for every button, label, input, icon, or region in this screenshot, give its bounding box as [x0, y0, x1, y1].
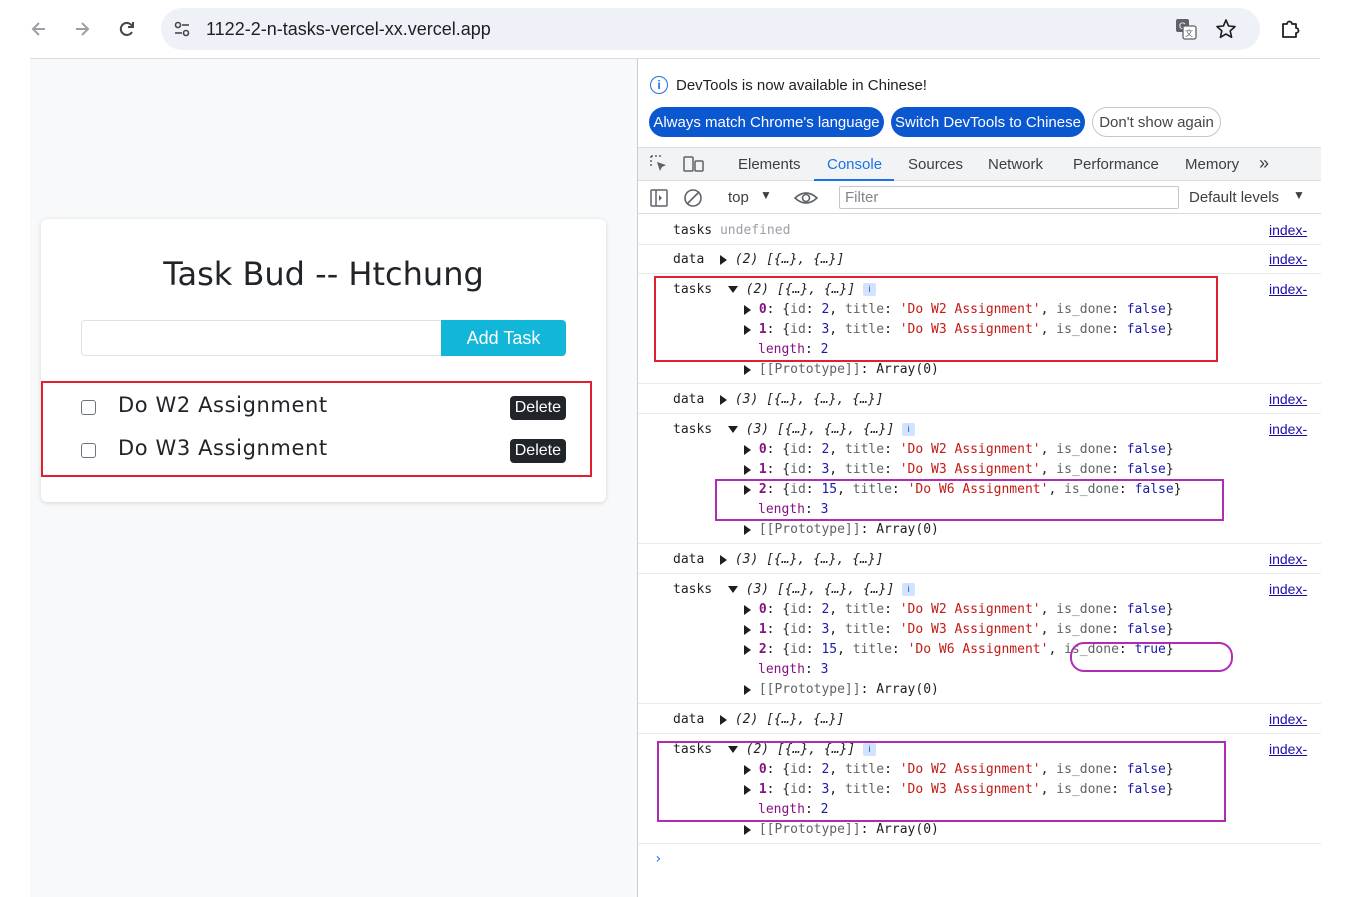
- clear-console-icon[interactable]: [683, 188, 703, 212]
- app-title: Task Bud -- Htchung: [163, 255, 484, 293]
- info-badge-icon: i: [902, 423, 916, 436]
- array-entry[interactable]: 0: {id: 2, title: 'Do W2 Assignment', is…: [744, 441, 1174, 459]
- console-log-tasks-undefined: tasks undefined: [673, 223, 791, 238]
- annotation-purple-box-new-task: [715, 479, 1224, 521]
- switch-chinese-button[interactable]: Switch DevTools to Chinese: [891, 107, 1085, 137]
- message-divider: [638, 413, 1321, 414]
- console-log-tasks[interactable]: tasks (3) [{…}, {…}, {…}] i: [673, 581, 916, 599]
- tab-network[interactable]: Network: [988, 156, 1043, 173]
- tab-console[interactable]: Console: [827, 156, 882, 173]
- annotation-purple-oval-done-true: [1070, 642, 1233, 672]
- expand-triangle-icon: [719, 254, 727, 265]
- device-toolbar-icon[interactable]: [683, 154, 705, 178]
- filter-input[interactable]: Filter: [839, 186, 1179, 209]
- levels-dropdown-icon[interactable]: ▼: [1293, 188, 1305, 202]
- reload-icon[interactable]: [112, 14, 142, 44]
- array-prototype[interactable]: [[Prototype]]: Array(0): [744, 361, 939, 379]
- tab-elements[interactable]: Elements: [738, 156, 801, 173]
- array-prototype[interactable]: [[Prototype]]: Array(0): [744, 521, 939, 539]
- console-log-data[interactable]: data (3) [{…}, {…}, {…}]: [673, 551, 884, 569]
- source-link[interactable]: index-: [1269, 551, 1321, 567]
- url-text[interactable]: 1122-2-n-tasks-vercel-xx.vercel.app: [206, 19, 491, 40]
- annotation-red-box-tasks: [41, 381, 592, 477]
- tab-memory[interactable]: Memory: [1185, 156, 1239, 173]
- array-entry[interactable]: 0: {id: 2, title: 'Do W2 Assignment', is…: [744, 601, 1174, 619]
- site-settings-icon[interactable]: [170, 17, 194, 41]
- log-levels-dropdown[interactable]: Default levels: [1189, 189, 1279, 206]
- match-language-button[interactable]: Always match Chrome's language: [649, 107, 884, 137]
- message-divider: [638, 733, 1321, 734]
- source-link[interactable]: index-: [1269, 741, 1321, 757]
- source-link[interactable]: index-: [1269, 711, 1321, 727]
- address-bar[interactable]: 1122-2-n-tasks-vercel-xx.vercel.app G文: [161, 8, 1260, 50]
- array-entry[interactable]: 1: {id: 3, title: 'Do W3 Assignment', is…: [744, 621, 1174, 639]
- array-length: length: 3: [758, 662, 829, 677]
- message-divider: [638, 843, 1321, 844]
- console-log-data[interactable]: data (2) [{…}, {…}]: [673, 711, 844, 729]
- back-arrow-icon[interactable]: [24, 14, 54, 44]
- sidebar-toggle-icon[interactable]: [649, 188, 669, 212]
- live-expression-eye-icon[interactable]: [793, 188, 819, 212]
- language-infobar-text: DevTools is now available in Chinese!: [676, 77, 927, 94]
- annotation-red-box-console: [654, 276, 1218, 362]
- more-tabs-chevron-icon[interactable]: »: [1259, 153, 1269, 174]
- console-log-data[interactable]: data (3) [{…}, {…}, {…}]: [673, 391, 884, 409]
- console-toolbar: top ▼ Filter Default levels ▼: [638, 181, 1321, 214]
- tab-performance[interactable]: Performance: [1073, 156, 1159, 173]
- source-link[interactable]: index-: [1269, 391, 1321, 407]
- source-link[interactable]: index-: [1269, 421, 1321, 437]
- array-prototype[interactable]: [[Prototype]]: Array(0): [744, 821, 939, 839]
- devtools-tab-bar: Elements Console Sources Network Perform…: [638, 147, 1321, 181]
- context-selector[interactable]: top: [728, 189, 749, 206]
- forward-arrow-icon[interactable]: [67, 14, 97, 44]
- source-link[interactable]: index-: [1269, 251, 1321, 267]
- message-divider: [638, 543, 1321, 544]
- console-log-tasks[interactable]: tasks (3) [{…}, {…}, {…}] i: [673, 421, 916, 439]
- source-link[interactable]: index-: [1269, 281, 1321, 297]
- task-input[interactable]: [81, 320, 441, 356]
- info-badge-icon: i: [902, 583, 916, 596]
- tab-sources[interactable]: Sources: [908, 156, 963, 173]
- annotation-purple-box-after-delete: [657, 741, 1226, 822]
- message-divider: [638, 703, 1321, 704]
- console-log-data[interactable]: data (2) [{…}, {…}]: [673, 251, 844, 269]
- dont-show-again-button[interactable]: Don't show again: [1092, 107, 1221, 137]
- array-prototype[interactable]: [[Prototype]]: Array(0): [744, 681, 939, 699]
- extensions-puzzle-icon[interactable]: [1275, 14, 1305, 44]
- source-link[interactable]: index-: [1269, 581, 1321, 597]
- message-divider: [638, 383, 1321, 384]
- array-entry[interactable]: 1: {id: 3, title: 'Do W3 Assignment', is…: [744, 461, 1174, 479]
- message-divider: [638, 573, 1321, 574]
- info-icon: i: [650, 76, 668, 94]
- source-link[interactable]: index-: [1269, 222, 1321, 238]
- svg-text:文: 文: [1185, 28, 1193, 38]
- add-task-button[interactable]: Add Task: [441, 320, 566, 356]
- message-divider: [638, 244, 1321, 245]
- browser-toolbar: 1122-2-n-tasks-vercel-xx.vercel.app G文: [0, 0, 1350, 58]
- context-dropdown-icon[interactable]: ▼: [760, 188, 772, 202]
- translate-icon[interactable]: G文: [1174, 17, 1198, 41]
- console-prompt-icon[interactable]: ›: [654, 851, 662, 867]
- inspect-element-icon[interactable]: [649, 154, 669, 178]
- bookmark-star-icon[interactable]: [1214, 17, 1238, 41]
- web-page: Task Bud -- Htchung Add Task Do W2 Assig…: [30, 59, 637, 897]
- message-divider: [638, 273, 1321, 274]
